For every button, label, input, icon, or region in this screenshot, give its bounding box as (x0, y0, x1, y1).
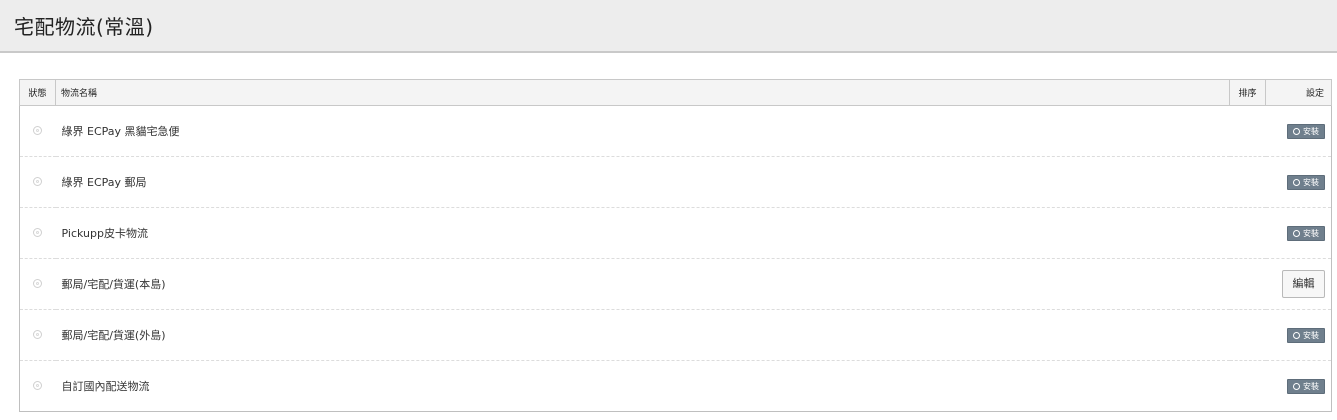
table-row: Pickupp皮卡物流 安裝 (19, 207, 1332, 259)
logistics-name: 綠界 ECPay 黑貓宅急便 (55, 105, 1230, 157)
logistics-name: Pickupp皮卡物流 (55, 207, 1230, 259)
page-header: 宅配物流(常溫) (0, 0, 1337, 53)
table-row: 郵局/宅配/貨運(本島) 編輯 (19, 258, 1332, 310)
circle-icon (1293, 331, 1300, 339)
logistics-name: 自訂國內配送物流 (61, 380, 150, 393)
header-sort[interactable]: 排序 (1229, 79, 1266, 106)
logistics-table-container: 狀態 物流名稱 排序 設定 綠界 ECPay 黑貓宅急便 安裝 綠界 ECPay… (19, 79, 1332, 412)
sort-cell (1229, 258, 1266, 310)
logistics-table: 狀態 物流名稱 排序 設定 綠界 ECPay 黑貓宅急便 安裝 綠界 ECPay… (19, 79, 1332, 412)
logistics-name: 郵局/宅配/貨運(外島) (55, 309, 1230, 361)
logistics-name: 郵局/宅配/貨運(本島) (55, 258, 1230, 310)
install-label: 安裝 (1303, 177, 1319, 187)
header-status: 狀態 (19, 79, 56, 106)
header-settings: 設定 (1265, 79, 1332, 106)
table-row: 綠界 ECPay 黑貓宅急便 安裝 (19, 105, 1332, 157)
header-name: 物流名稱 (55, 79, 1230, 106)
radio-off-icon (33, 279, 43, 288)
sort-cell (1229, 156, 1266, 208)
install-button[interactable]: 安裝 (1287, 378, 1325, 394)
table-row: 自訂國內配送物流 安裝 (20, 361, 1332, 412)
install-label: 安裝 (1303, 381, 1319, 391)
page-title: 宅配物流(常溫) (14, 15, 154, 39)
radio-off-icon (33, 177, 43, 186)
radio-off-icon (33, 126, 43, 135)
sort-cell (1229, 309, 1266, 361)
install-label: 安裝 (1303, 228, 1319, 238)
install-button[interactable]: 安裝 (1287, 174, 1325, 190)
radio-off-icon (33, 330, 43, 339)
sort-cell (1229, 207, 1266, 259)
install-button[interactable]: 安裝 (1287, 327, 1325, 343)
table-row: 綠界 ECPay 郵局 安裝 (19, 156, 1332, 208)
install-label: 安裝 (1303, 126, 1319, 136)
sort-cell (1229, 105, 1266, 157)
circle-icon (1293, 382, 1300, 390)
table-row: 郵局/宅配/貨運(外島) 安裝 (19, 309, 1332, 361)
circle-icon (1293, 178, 1300, 186)
install-button[interactable]: 安裝 (1287, 225, 1325, 241)
install-button[interactable]: 安裝 (1287, 123, 1325, 139)
table-header-row: 狀態 物流名稱 排序 設定 (19, 79, 1332, 106)
circle-icon (1293, 127, 1300, 135)
sort-cell (1230, 361, 1266, 412)
edit-button[interactable]: 編輯 (1282, 270, 1325, 298)
radio-off-icon (33, 228, 43, 237)
radio-off-icon (33, 381, 43, 390)
circle-icon (1293, 229, 1300, 237)
logistics-name: 綠界 ECPay 郵局 (55, 156, 1230, 208)
install-label: 安裝 (1303, 330, 1319, 340)
